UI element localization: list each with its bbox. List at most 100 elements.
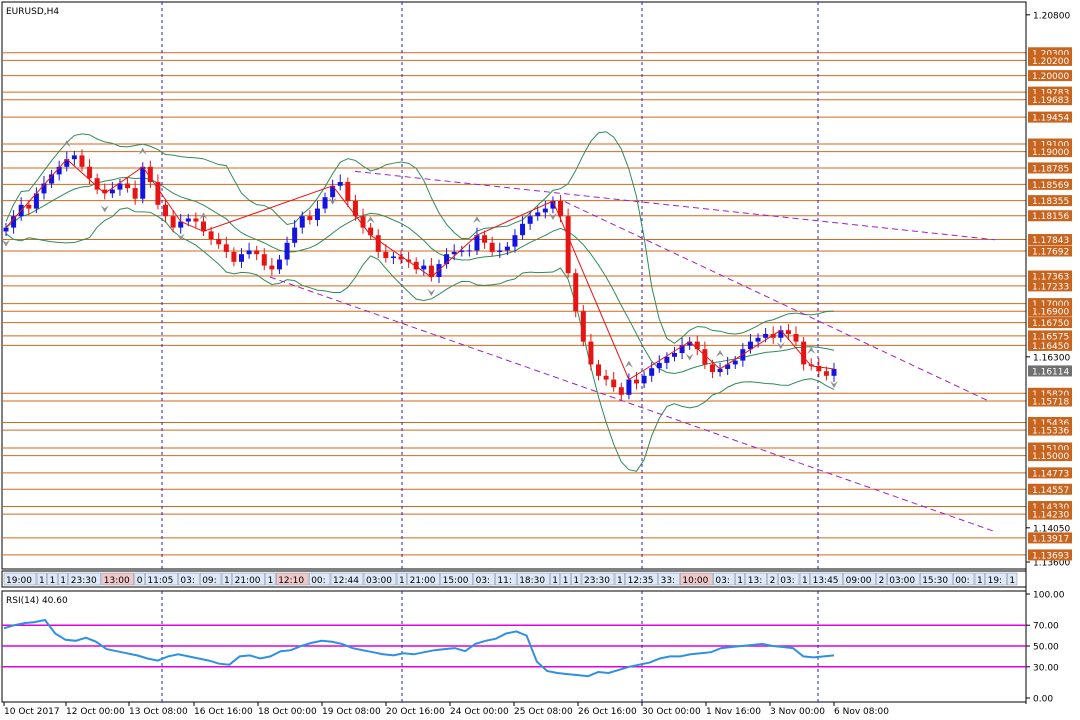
candle-body (565, 216, 571, 274)
candle-body (633, 379, 639, 384)
session-label: 00: (311, 576, 325, 586)
session-label: 1 (268, 576, 274, 586)
candle-body (231, 251, 237, 262)
level-label: 1.18785 (1032, 164, 1069, 174)
level-label: 1.14230 (1032, 511, 1069, 521)
candle-body (125, 183, 131, 189)
session-label: 12:10 (278, 576, 304, 586)
candle-body (109, 189, 115, 194)
candle-body (3, 227, 9, 232)
price-tick-label: 1.20800 (1033, 11, 1070, 21)
candle-body (535, 212, 541, 217)
candle-body (208, 231, 214, 239)
rsi-tick-label: 30.00 (1033, 663, 1059, 673)
level-label: 1.17692 (1032, 248, 1069, 258)
candle-body (193, 218, 199, 222)
rsi-axis-ticks: 100.00 70.00 50.00 30.00 0.00 (1026, 591, 1065, 705)
candle-body (649, 368, 655, 376)
session-label: 1 (60, 576, 66, 586)
candle-body (466, 250, 472, 252)
session-label: 03:00 (889, 576, 915, 586)
session-label: 19:00 (6, 576, 32, 586)
candle-body (216, 239, 222, 245)
candle-body (831, 368, 837, 376)
candle-body (656, 362, 662, 369)
session-label: 1 (737, 576, 743, 586)
candle-body (527, 216, 533, 224)
candle-body (580, 311, 586, 342)
rsi-label: RSI(14) 40.60 (6, 596, 68, 606)
level-label: 1.18569 (1032, 181, 1069, 191)
candle-body (709, 364, 715, 372)
level-label: 1.19454 (1032, 114, 1069, 124)
session-label: 00: (955, 576, 969, 586)
candle-body (11, 216, 17, 228)
session-label: 33: (661, 576, 675, 586)
candle-body (375, 235, 381, 252)
session-label: 15:30 (922, 576, 948, 586)
session-label: 1 (224, 576, 230, 586)
session-label: 09:00 (846, 576, 872, 586)
candle-body (618, 387, 624, 395)
candle-body (588, 341, 594, 365)
level-label: 1.16450 (1032, 342, 1069, 352)
rsi-tick-label: 100.00 (1033, 591, 1065, 601)
candle-body (170, 216, 176, 228)
time-tick-label: 19 Oct 08:00 (322, 707, 381, 717)
session-label: 13:00 (104, 576, 130, 586)
candle-body (504, 246, 510, 251)
session-label: 1 (552, 576, 558, 586)
session-label: 2 (879, 576, 885, 586)
level-label: 1.17233 (1032, 282, 1069, 292)
time-tick-label: 30 Oct 00:00 (642, 707, 701, 717)
candle-body (732, 360, 738, 365)
rsi-tick-label: 70.00 (1033, 622, 1059, 632)
time-tick-label: 10 Oct 2017 (4, 707, 60, 717)
current-price-label: 1.16114 (1032, 367, 1069, 377)
time-tick-label: 3 Nov 00:00 (770, 707, 825, 717)
candle-body (368, 227, 374, 236)
session-label: 0 (137, 576, 143, 586)
time-axis: 10 Oct 2017 12 Oct 00:00 13 Oct 08:00 16 Oc… (3, 702, 889, 717)
session-label: 19: (988, 576, 1002, 586)
session-time-labels: 19:00 1 1 1 23:30 13:00 0 11:05 03: 09: 1 21:00 1 12:… (3, 572, 1018, 586)
session-label: 11:05 (147, 576, 173, 586)
rsi-tick-label: 0.00 (1033, 695, 1053, 705)
level-label: 1.15336 (1032, 427, 1069, 437)
session-label: 12:35 (628, 576, 654, 586)
session-label: 03: (476, 576, 490, 586)
session-label: 23:30 (71, 576, 97, 586)
candle-body (390, 256, 396, 258)
candle-body (246, 250, 252, 255)
candle-body (314, 208, 320, 220)
candle-body (26, 204, 32, 209)
candle-body (79, 155, 85, 167)
candle-body (345, 182, 351, 201)
candle-body (238, 254, 244, 262)
level-label: 1.16900 (1032, 308, 1069, 318)
price-tick-label: 1.16300 (1033, 353, 1070, 363)
time-tick-label: 24 Oct 00:00 (450, 707, 509, 717)
candle-body (542, 208, 548, 213)
level-label: 1.14557 (1032, 486, 1069, 496)
candle-body (785, 330, 791, 334)
session-label: 21:00 (410, 576, 436, 586)
candle-body (201, 221, 207, 232)
level-label: 1.15718 (1032, 398, 1069, 408)
candle-body (664, 356, 670, 363)
chart-svg: EURUSD,H4 1.212501.208001.163001.140501.… (1, 1, 1072, 717)
session-label: 21:00 (235, 576, 261, 586)
candle-body (337, 182, 343, 186)
candle-body (611, 379, 617, 388)
session-label: 03:00 (366, 576, 392, 586)
session-label: 1 (573, 576, 579, 586)
candle-body (421, 265, 427, 270)
level-label: 1.14773 (1032, 469, 1069, 479)
session-label: 1 (977, 576, 983, 586)
candle-body (755, 337, 761, 342)
session-label: 1 (802, 576, 808, 586)
session-label: 09: (202, 576, 216, 586)
candle-body (520, 223, 526, 236)
session-label: 11: (497, 576, 511, 586)
session-label: 10:00 (682, 576, 708, 586)
